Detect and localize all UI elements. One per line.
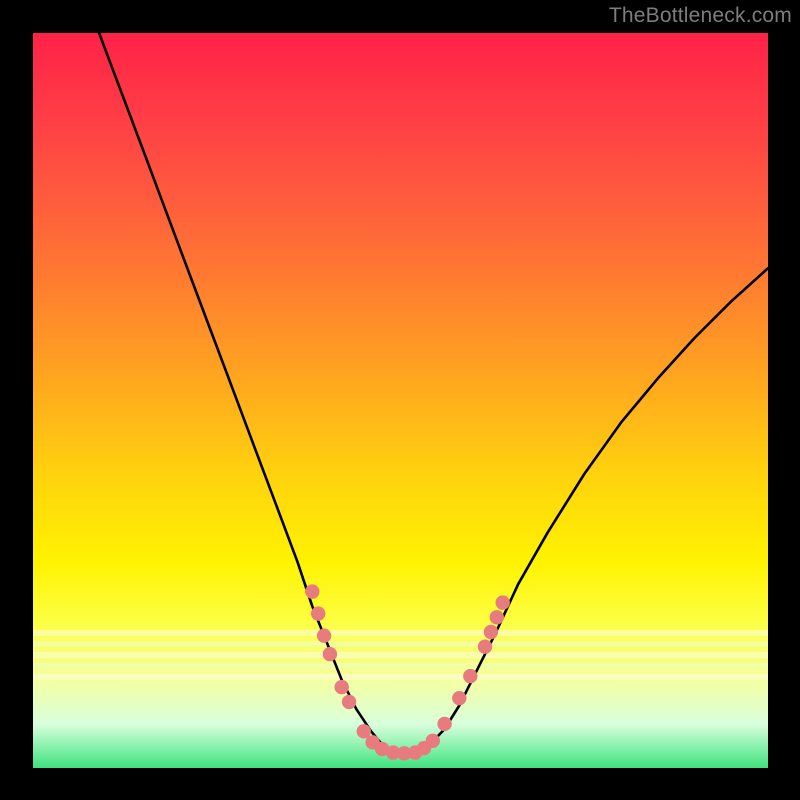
data-dot [490,610,504,624]
watermark-text: TheBottleneck.com [609,4,792,28]
curve-svg [33,33,768,768]
data-dot [311,606,325,620]
data-dot [335,680,349,694]
data-dot [305,584,319,598]
data-dot [342,695,356,709]
chart-frame: TheBottleneck.com [0,0,800,800]
data-dot [323,647,337,661]
plot-area [33,33,768,768]
data-dot [484,625,498,639]
bottleneck-curve [99,33,768,753]
data-dot [496,595,510,609]
data-dot [426,734,440,748]
data-dots [305,584,510,760]
data-dot [317,629,331,643]
data-dot [437,717,451,731]
data-dot [452,691,466,705]
data-dot [478,640,492,654]
data-dot [463,669,477,683]
